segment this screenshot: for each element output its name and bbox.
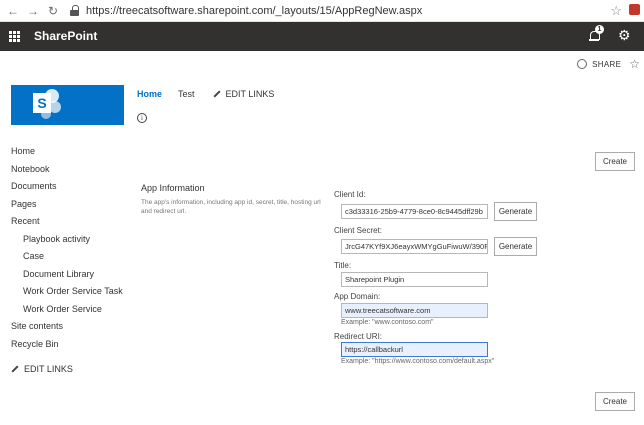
leftnav-edit-links[interactable]: EDIT LINKS	[11, 364, 73, 374]
generate-client-secret-button[interactable]: Generate	[494, 237, 537, 256]
generate-client-id-button[interactable]: Generate	[494, 202, 537, 221]
app-domain-example: Example: "www.contoso.com"	[341, 319, 434, 326]
address-bar[interactable]: https://treecatsoftware.sharepoint.com/_…	[86, 5, 422, 17]
leftnav-item-home[interactable]: Home	[11, 146, 35, 156]
sharepoint-s-icon: S	[33, 93, 51, 113]
star-icon[interactable]: ☆	[610, 3, 622, 19]
leftnav-item-case[interactable]: Case	[23, 251, 44, 261]
title-input[interactable]: Sharepoint Plugin	[341, 272, 488, 287]
top-nav: Home Test EDIT LINKS	[137, 89, 274, 99]
lock-icon	[70, 4, 80, 17]
site-logo[interactable]: S	[11, 85, 124, 125]
pencil-icon	[212, 90, 221, 98]
pencil-icon	[11, 365, 19, 373]
client-id-input[interactable]: c3d33316-25b9-4779-8ce0-8c9445dff29b	[341, 204, 488, 219]
redirect-uri-label: Redirect URI:	[334, 332, 383, 341]
create-button-bottom[interactable]: Create	[595, 392, 635, 411]
edit-links-label: EDIT LINKS	[225, 89, 275, 99]
browser-toolbar: ← → ↻ https://treecatsoftware.sharepoint…	[0, 0, 644, 22]
leftnav-item-recycle-bin[interactable]: Recycle Bin	[11, 339, 59, 349]
reload-icon[interactable]: ↻	[46, 4, 60, 18]
share-button[interactable]: SHARE	[592, 60, 621, 69]
topnav-edit-links[interactable]: EDIT LINKS	[212, 89, 275, 99]
topnav-item-home[interactable]: Home	[137, 89, 162, 99]
extension-icon[interactable]	[629, 4, 640, 15]
client-secret-input[interactable]: JrcG47KYf9XJ6eayxWMYgGuFiwuW/390FKx	[341, 239, 488, 254]
create-button-top[interactable]: Create	[595, 152, 635, 171]
leftnav-item-notebook[interactable]: Notebook	[11, 164, 50, 174]
leftnav-item-work-order-service[interactable]: Work Order Service	[23, 304, 102, 314]
app-launcher-icon[interactable]	[9, 31, 20, 42]
title-label: Title:	[334, 261, 352, 270]
edit-links-label: EDIT LINKS	[24, 364, 73, 374]
app-domain-input[interactable]: www.treecatsoftware.com	[341, 303, 488, 318]
leftnav-item-recent[interactable]: Recent	[11, 216, 40, 226]
arrow-right-icon[interactable]: →	[26, 4, 40, 18]
leftnav-item-document-library[interactable]: Document Library	[23, 269, 94, 279]
client-secret-label: Client Secret:	[334, 226, 383, 235]
leftnav-item-work-order-service-task[interactable]: Work Order Service Task	[23, 286, 123, 296]
leftnav-item-pages[interactable]: Pages	[11, 199, 37, 209]
section-title: App Information	[141, 183, 205, 193]
redirect-uri-example: Example: "https://www.contoso.com/defaul…	[341, 358, 495, 365]
suite-bar: SharePoint 1 ⚙	[0, 22, 644, 51]
client-id-label: Client Id:	[334, 190, 366, 199]
gear-icon[interactable]: ⚙	[618, 28, 631, 42]
share-icon[interactable]	[577, 59, 588, 69]
app-domain-label: App Domain:	[334, 292, 381, 301]
info-icon[interactable]: i	[137, 113, 147, 123]
redirect-uri-input[interactable]: https://callbackurl	[341, 342, 488, 357]
section-description: The app's information, including app id,…	[141, 199, 321, 215]
leftnav-item-site-contents[interactable]: Site contents	[11, 321, 63, 331]
leftnav-item-playbook-activity[interactable]: Playbook activity	[23, 234, 90, 244]
topnav-item-test[interactable]: Test	[178, 89, 195, 99]
suite-title[interactable]: SharePoint	[34, 29, 97, 43]
leftnav-item-documents[interactable]: Documents	[11, 181, 57, 191]
share-bar: SHARE ☆	[577, 57, 644, 71]
follow-star-icon[interactable]: ☆	[629, 57, 640, 71]
notification-badge: 1	[595, 25, 604, 34]
arrow-left-icon[interactable]: ←	[6, 4, 20, 18]
